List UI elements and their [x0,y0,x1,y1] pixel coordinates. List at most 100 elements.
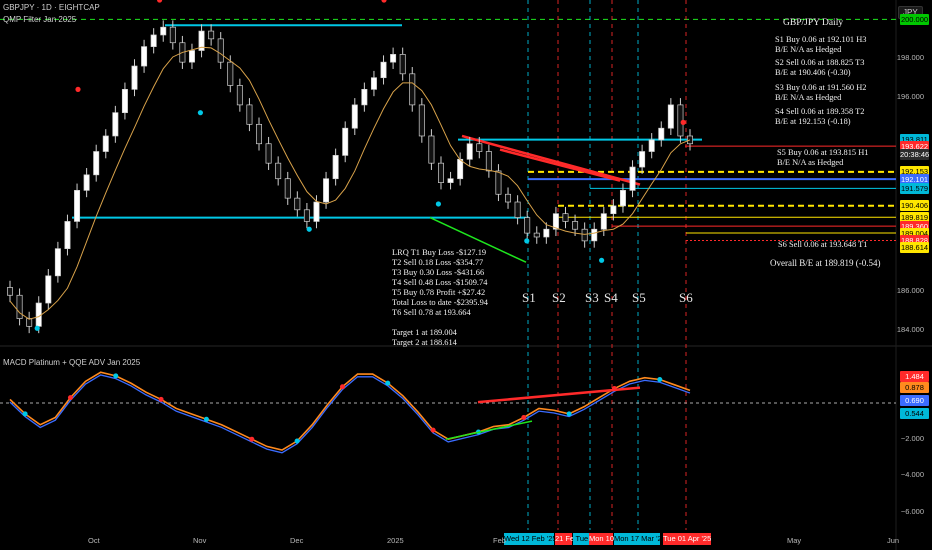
price-tag: 191.579 [900,182,929,194]
date-tag: Tue 01 Apr '25 [663,533,712,545]
candle [485,151,492,172]
candle [284,178,291,199]
indicator-title: QMP Filter Jan 2025 [3,15,77,24]
candle [428,135,435,164]
time-axis-tick: 2025 [387,536,404,545]
signal-label-s3: S3 [585,290,599,305]
candle [83,174,90,191]
candle [26,318,33,327]
date-tag: 21 Feb [555,533,579,545]
candle [457,158,464,180]
candle [639,151,646,168]
macd-dot [249,436,255,442]
date-tag: Mon 17 Mar '25 [614,533,666,545]
macd-dot [521,414,527,420]
price-axis-tick: 196.000 [896,92,924,102]
candle [16,294,23,319]
overall-breakeven: Overall B/E at 189.819 (-0.54) [770,258,881,268]
candle [45,275,52,304]
candle [687,135,693,145]
signal-note-s5: S5 Buy 0.06 at 193.815 H1 B/E N/A as Hed… [777,148,869,167]
candle [256,123,262,145]
candle [131,65,138,90]
candle [658,127,665,141]
candle [227,61,234,86]
candle [342,127,349,156]
macd-dot [385,380,391,386]
signal-note-s2: S2 Sell 0.06 at 188.825 T3 B/E at 190.40… [775,58,865,77]
time-axis-tick: Dec [290,536,304,545]
candle [667,104,674,129]
signal-note-s1: S1 Buy 0.06 at 192.101 H3 B/E N/A as Hed… [775,35,867,54]
candle [438,162,444,183]
candle [102,135,109,152]
candle [141,46,148,67]
candle [275,162,282,180]
candle [619,190,626,207]
candle [351,104,358,129]
candle [648,139,655,152]
macd-value-tag: 0.690 [900,394,929,406]
pnl-summary: LRQ T1 Buy Loss -$127.19 T2 Sell 0.18 Lo… [392,248,488,347]
candle [572,221,579,230]
candle [265,143,272,164]
signal-dot [75,86,81,92]
signal-label-s1: S1 [522,290,536,305]
candle [121,89,128,114]
candle [169,26,176,44]
macd-dot [22,411,28,417]
candle [505,193,512,203]
candle [610,205,617,215]
signal-dot [34,325,40,331]
price-tag: 188.614 [900,242,929,254]
time-axis-tick: Nov [193,536,207,545]
signal-note-s6: S6 Sell 0.06 at 193.648 T1 [778,240,868,249]
time-axis-tick: May [787,536,802,545]
candle [361,89,368,106]
candle [591,228,598,242]
candle [93,151,100,176]
macd-dot [339,384,345,390]
candle [418,104,425,137]
macd-dot [113,373,119,379]
time-axis-tick: Jun [887,536,900,545]
candle [332,155,339,180]
candle [476,143,483,152]
candle [313,201,320,222]
candle [160,26,167,36]
candle [54,248,61,277]
candle [629,166,636,191]
candle [208,30,215,40]
candle [562,213,569,222]
macd-value-tag: 0.544 [900,408,929,420]
signal-dot [435,201,441,207]
chart-title: GBP/JPY Daily [783,18,844,28]
signal-dot [599,257,605,263]
price-axis-tick: 184.000 [896,325,924,335]
macd-dot [158,396,164,402]
candle [188,50,195,63]
signal-dot [524,238,530,244]
candle [543,228,550,238]
signal-dot [197,110,203,116]
signal-dot [680,119,686,125]
candle [466,143,473,160]
price-axis-tick: 186.000 [896,286,924,296]
macd-value-tag: 1.484 [900,370,929,382]
macd-title: MACD Platinum + QQE ADV Jan 2025 [3,358,141,367]
candle [246,104,253,125]
candle [370,77,377,90]
candle [150,34,157,47]
macd-dot [566,411,572,417]
signal-label-s6: S6 [679,290,693,305]
price-tag: 190.406 [900,200,929,212]
price-tag: 200.000 [900,13,929,25]
candle [74,190,81,222]
macd-dot [203,416,209,422]
macd-value-tag: 0.878 [900,381,929,393]
candle [303,209,310,222]
candle [390,54,397,63]
macd-dot [294,438,300,444]
price-tag: 20:38:46 [900,148,930,160]
signal-label-s2: S2 [552,290,566,305]
